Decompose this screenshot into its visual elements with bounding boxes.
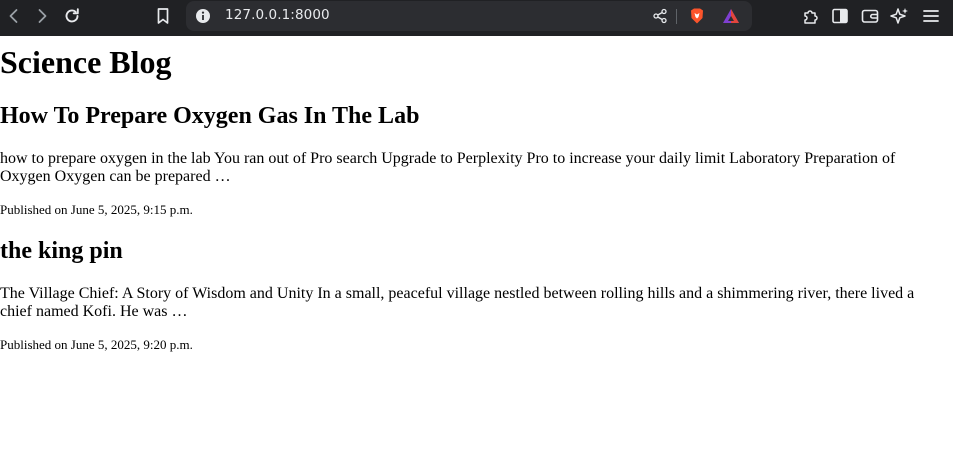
puzzle-icon[interactable] — [800, 5, 822, 27]
wallet-icon[interactable] — [859, 5, 881, 27]
post-excerpt: The Village Chief: A Story of Wisdom and… — [0, 285, 915, 320]
post-published-date: Published on June 5, 2025, 9:20 p.m. — [0, 337, 193, 352]
share-icon[interactable] — [652, 8, 668, 28]
brave-rewards-icon[interactable] — [722, 8, 740, 28]
back-arrow-icon[interactable] — [3, 5, 25, 27]
post-title[interactable]: the king pin — [0, 237, 123, 265]
page-title: Science Blog — [0, 44, 172, 80]
reload-icon[interactable] — [61, 5, 83, 27]
brave-shields-icon[interactable] — [688, 7, 706, 29]
post-excerpt: how to prepare oxygen in the lab You ran… — [0, 150, 896, 185]
hamburger-menu-icon[interactable] — [920, 5, 942, 27]
post-published-date: Published on June 5, 2025, 9:15 p.m. — [0, 202, 193, 217]
bookmark-icon[interactable] — [152, 5, 174, 27]
forward-arrow-icon[interactable] — [31, 5, 53, 27]
post-title[interactable]: How To Prepare Oxygen Gas In The Lab — [0, 102, 419, 130]
url-text[interactable]: 127.0.0.1:8000 — [225, 7, 330, 23]
browser-toolbar: 127.0.0.1:8000 — [0, 0, 953, 36]
address-bar[interactable]: 127.0.0.1:8000 — [186, 1, 752, 31]
omnibox-divider — [676, 9, 677, 24]
sidebar-icon[interactable] — [829, 5, 851, 27]
sparkle-icon[interactable] — [889, 5, 911, 27]
info-icon[interactable] — [195, 8, 211, 24]
